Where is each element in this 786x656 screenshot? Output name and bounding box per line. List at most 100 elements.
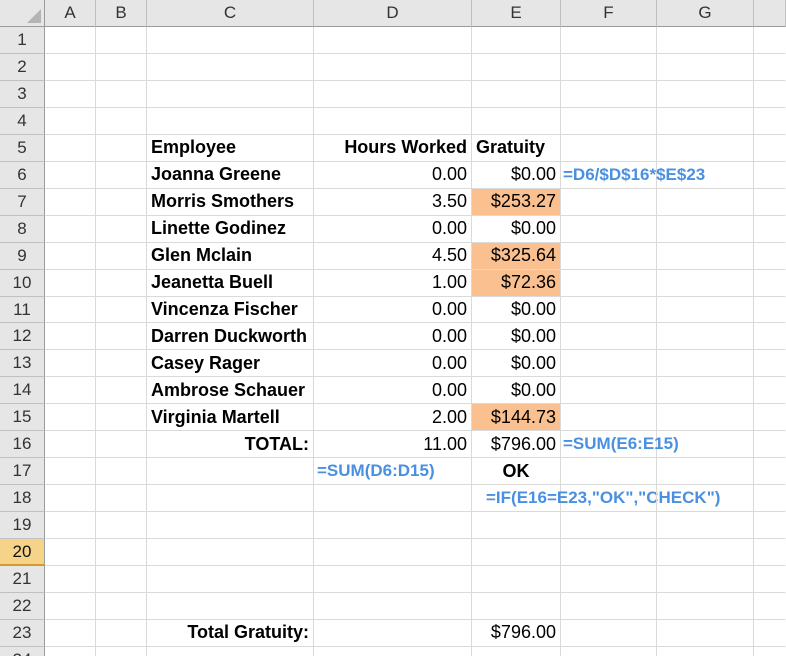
row-header-21[interactable]: 21 [0, 566, 45, 594]
cell-b23[interactable] [96, 619, 147, 647]
cell-b20[interactable] [96, 539, 147, 567]
hours-worked-value[interactable]: 1.00 [314, 269, 472, 297]
cell-b22[interactable] [96, 593, 147, 620]
cell-a21[interactable] [45, 566, 96, 594]
employee-name[interactable]: Joanna Greene [147, 161, 314, 189]
cell-f7[interactable] [561, 188, 657, 216]
cell-a14[interactable] [45, 377, 96, 405]
check-result[interactable]: OK [472, 458, 561, 486]
cell-f1[interactable] [561, 27, 657, 54]
cell-g6[interactable] [657, 161, 754, 189]
cell-a7[interactable] [45, 188, 96, 216]
cell-h11[interactable] [754, 297, 786, 324]
cell-a23[interactable] [45, 619, 96, 647]
employee-name[interactable]: Vincenza Fischer [147, 296, 314, 324]
cell-h14[interactable] [754, 377, 786, 405]
gratuity-value[interactable]: $0.00 [472, 323, 561, 351]
header-hours-worked[interactable]: Hours Worked [314, 134, 472, 162]
total-gratuity[interactable]: $796.00 [472, 431, 561, 459]
cell-b24[interactable] [96, 646, 147, 656]
employee-name[interactable]: Virginia Martell [147, 404, 314, 432]
cell-c20[interactable] [147, 539, 314, 567]
row-header-12[interactable]: 12 [0, 323, 45, 351]
cell-b14[interactable] [96, 377, 147, 405]
cell-b9[interactable] [96, 242, 147, 270]
cell-d4[interactable] [314, 107, 472, 135]
total-label[interactable]: TOTAL: [147, 431, 314, 459]
row-header-7[interactable]: 7 [0, 188, 45, 216]
cell-b13[interactable] [96, 350, 147, 378]
gratuity-value[interactable]: $0.00 [472, 215, 561, 243]
cell-a5[interactable] [45, 134, 96, 162]
cell-h1[interactable] [754, 27, 786, 54]
cell-a8[interactable] [45, 215, 96, 243]
total-hours[interactable]: 11.00 [314, 431, 472, 459]
cell-h4[interactable] [754, 108, 786, 135]
employee-name[interactable]: Jeanetta Buell [147, 269, 314, 297]
cell-g24[interactable] [657, 646, 754, 656]
cell-g20[interactable] [657, 539, 754, 567]
cell-h15[interactable] [754, 404, 786, 432]
cell-b21[interactable] [96, 566, 147, 594]
cell-a10[interactable] [45, 269, 96, 297]
gratuity-value[interactable]: $253.27 [472, 188, 561, 216]
select-all-corner[interactable] [0, 0, 45, 27]
cell-b12[interactable] [96, 323, 147, 351]
cell-f21[interactable] [561, 566, 657, 594]
cell-g5[interactable] [657, 134, 754, 162]
cell-e19[interactable] [472, 512, 561, 540]
cell-g19[interactable] [657, 512, 754, 540]
column-header-g[interactable]: G [657, 0, 754, 27]
row-header-15[interactable]: 15 [0, 404, 45, 432]
header-employee[interactable]: Employee [147, 134, 314, 162]
cell-g17[interactable] [657, 458, 754, 486]
cell-h7[interactable] [754, 189, 786, 216]
cell-g12[interactable] [657, 323, 754, 351]
employee-name[interactable]: Ambrose Schauer [147, 377, 314, 405]
row-header-10[interactable]: 10 [0, 269, 45, 297]
cell-a20[interactable] [45, 539, 96, 567]
cell-d3[interactable] [314, 80, 472, 108]
cell-b1[interactable] [96, 27, 147, 54]
cell-a19[interactable] [45, 512, 96, 540]
hours-worked-value[interactable]: 0.00 [314, 296, 472, 324]
cell-g3[interactable] [657, 80, 754, 108]
cell-d24[interactable] [314, 646, 472, 656]
column-header-a[interactable]: A [45, 0, 96, 27]
cell-f8[interactable] [561, 215, 657, 243]
row-header-24[interactable]: 24 [0, 646, 45, 656]
cell-h12[interactable] [754, 323, 786, 351]
gratuity-value[interactable]: $0.00 [472, 377, 561, 405]
hours-worked-value[interactable]: 0.00 [314, 350, 472, 378]
cell-e24[interactable] [472, 646, 561, 656]
header-gratuity[interactable]: Gratuity [472, 134, 561, 162]
cell-d23[interactable] [314, 619, 472, 647]
cell-g21[interactable] [657, 566, 754, 594]
cell-f18[interactable] [561, 485, 657, 513]
cell-a4[interactable] [45, 107, 96, 135]
cell-g23[interactable] [657, 619, 754, 647]
cell-h21[interactable] [754, 566, 786, 594]
column-header-d[interactable]: D [314, 0, 472, 27]
cell-c1[interactable] [147, 27, 314, 54]
hours-worked-value[interactable]: 0.00 [314, 377, 472, 405]
cell-b8[interactable] [96, 215, 147, 243]
cell-b16[interactable] [96, 431, 147, 459]
cell-d19[interactable] [314, 512, 472, 540]
cell-h3[interactable] [754, 81, 786, 108]
row-header-16[interactable]: 16 [0, 431, 45, 459]
cell-d2[interactable] [314, 53, 472, 81]
row-header-11[interactable]: 11 [0, 296, 45, 324]
employee-name[interactable]: Glen Mclain [147, 242, 314, 270]
row-header-14[interactable]: 14 [0, 377, 45, 405]
hours-worked-value[interactable]: 0.00 [314, 323, 472, 351]
hours-worked-value[interactable]: 0.00 [314, 161, 472, 189]
cell-c21[interactable] [147, 566, 314, 594]
row-header-19[interactable]: 19 [0, 512, 45, 540]
cell-g10[interactable] [657, 269, 754, 297]
hours-worked-value[interactable]: 3.50 [314, 188, 472, 216]
cell-g4[interactable] [657, 107, 754, 135]
cell-b7[interactable] [96, 188, 147, 216]
cell-h16[interactable] [754, 431, 786, 459]
gratuity-value[interactable]: $0.00 [472, 350, 561, 378]
